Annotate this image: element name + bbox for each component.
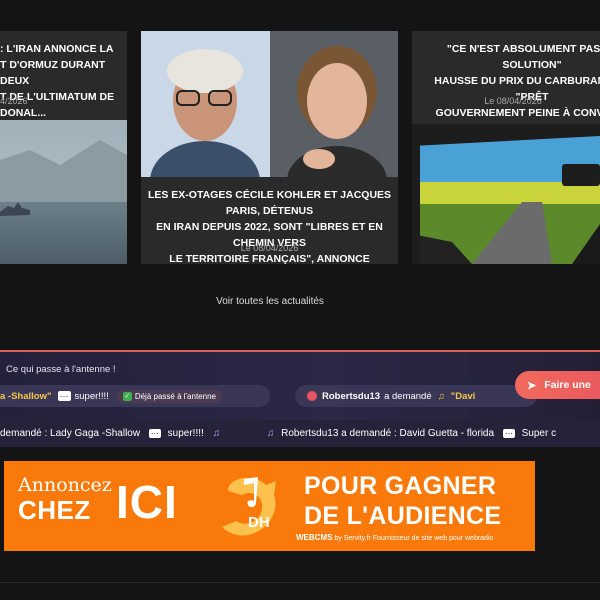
request-pill: Robertsdu13 a demandé ♫ "Davi — [295, 385, 537, 407]
badge-label: Déjà passé à l'antenne — [134, 391, 216, 401]
music-note-icon: ♫ — [212, 428, 221, 439]
request-user: Robertsdu13 — [322, 390, 381, 402]
ad-footer-brand: WEBCMS — [296, 533, 333, 542]
news-card-date: Le 08/04/2026 — [484, 96, 542, 106]
news-card-carburant[interactable]: "CE N'EST ABSOLUMENT PAS LA SOLUTION" HA… — [412, 31, 600, 264]
news-card-date: 4/2026 — [0, 96, 28, 106]
ticker-item: demandé : Lady Gaga -Shallow — [0, 428, 141, 439]
request-verb: a demandé — [384, 390, 432, 402]
news-card-iran-ormuz[interactable]: : L'IRAN ANNONCE LA T D'ORMUZ DURANT DEU… — [0, 31, 127, 264]
already-played-badge: ✓ Déjà passé à l'antenne — [116, 389, 222, 403]
news-card-date: Le 08/04/2026 — [240, 243, 299, 253]
ticker-item: Robertsdu13 a demandé : David Guetta - f… — [281, 428, 495, 439]
user-icon — [307, 391, 317, 401]
send-icon: ➤ — [527, 379, 537, 392]
make-request-label: Faire une — [544, 379, 591, 391]
chat-icon: ⋯ — [57, 391, 71, 401]
news-card-title: : L'IRAN ANNONCE LA T D'ORMUZ DURANT DEU… — [0, 43, 115, 119]
music-note-icon: ♫ — [266, 428, 275, 439]
chat-icon: ⋯ — [148, 429, 161, 438]
music-note-icon: ♫ — [437, 390, 445, 402]
news-card-image-car — [412, 124, 600, 264]
news-card-image-portraits — [141, 31, 398, 177]
logo-letters: DH — [248, 514, 270, 531]
ad-left-text: Annoncez CHEZ — [18, 475, 112, 525]
ticker-message: Super c — [521, 428, 557, 439]
news-card-ex-otages[interactable]: LES EX-OTAGES CÉCILE KOHLER ET JACQUES P… — [141, 31, 398, 264]
on-air-label: Ce qui passe à l'antenne ! — [6, 364, 116, 375]
ticker-message: super!!!! — [167, 428, 204, 439]
news-card-image-warship — [0, 120, 127, 264]
check-icon: ✓ — [122, 391, 132, 401]
ad-annoncez: Annoncez — [18, 474, 112, 496]
ad-line2: DE L'AUDIENCE — [304, 502, 502, 530]
ad-footer: WEBCMS by Servity.fr Fournisseur de site… — [296, 533, 493, 542]
on-air-requests-panel: Ce qui passe à l'antenne ! a -Shallow" ⋯… — [0, 350, 600, 420]
footer-divider — [0, 582, 600, 583]
ad-footer-text: by Servity.fr Fournisseur de site web po… — [334, 535, 494, 542]
request-message: super!!!! — [74, 390, 109, 402]
ad-line1: POUR GAGNER — [304, 472, 497, 500]
ad-right-text: POUR GAGNER DE L'AUDIENCE — [304, 471, 501, 531]
request-pill: a -Shallow" ⋯ super!!!! ✓ Déjà passé à l… — [0, 385, 270, 407]
request-song: a -Shallow" — [0, 390, 52, 402]
request-song: "Davi — [450, 390, 476, 402]
ad-banner[interactable]: Annoncez CHEZ ICI DH POUR GAGNER DE L'AU… — [4, 461, 535, 551]
requests-ticker: demandé : Lady Gaga -Shallow ⋯ super!!!!… — [0, 420, 600, 447]
ad-chez: CHEZ — [18, 495, 91, 525]
see-all-news-link[interactable]: Voir toutes les actualités — [0, 296, 540, 307]
ad-ici: ICI — [116, 476, 178, 528]
news-card-title: "CE N'EST ABSOLUMENT PAS LA SOLUTION" HA… — [434, 43, 600, 119]
chat-icon: ⋯ — [502, 429, 515, 438]
news-carousel: : L'IRAN ANNONCE LA T D'ORMUZ DURANT DEU… — [0, 31, 600, 264]
webcms-logo-icon: DH — [214, 471, 286, 543]
make-request-button[interactable]: ➤ Faire une — [515, 371, 600, 399]
